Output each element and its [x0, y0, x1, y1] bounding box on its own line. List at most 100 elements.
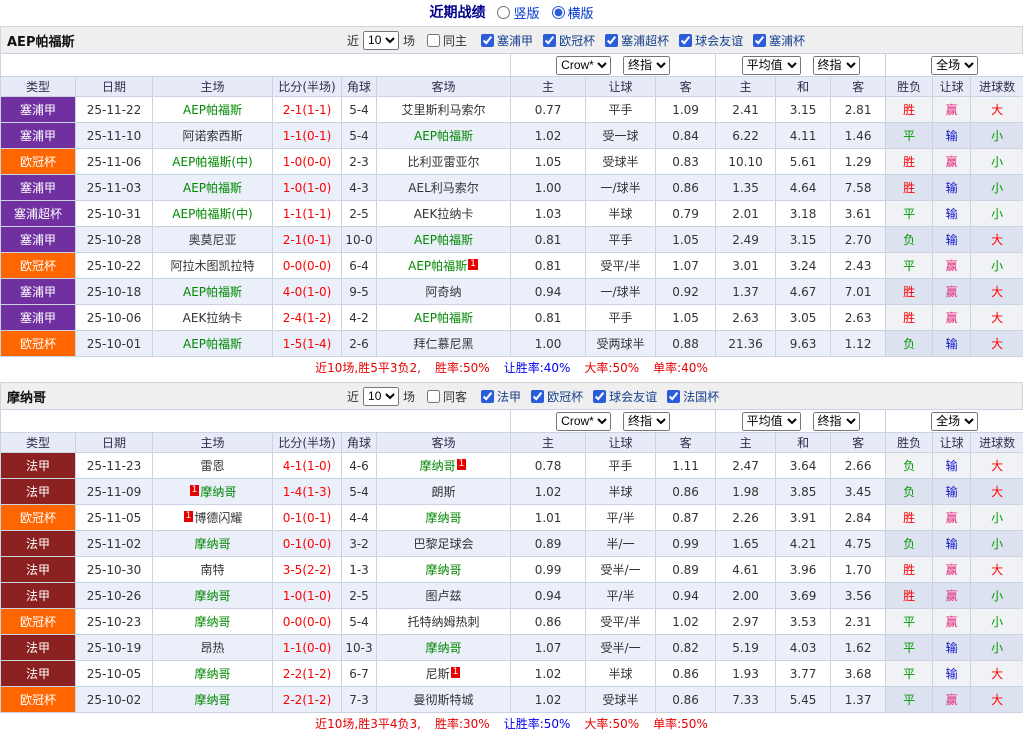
asian-odds-provider-select[interactable]: Crow* — [556, 56, 611, 75]
team-name[interactable]: 南特 — [200, 563, 224, 577]
away-team[interactable]: AEL利马索尔 — [377, 175, 511, 201]
home-team[interactable]: 雷恩 — [153, 453, 273, 479]
away-team[interactable]: AEP帕福斯 — [377, 305, 511, 331]
away-team[interactable]: 图卢兹 — [377, 583, 511, 609]
euro-odds-time-select[interactable]: 终指 — [813, 412, 860, 431]
away-team[interactable]: AEK拉纳卡 — [377, 201, 511, 227]
team-name[interactable]: 摩纳哥 — [426, 641, 462, 655]
team-name[interactable]: AEK拉纳卡 — [183, 311, 243, 325]
league-filter[interactable]: 法甲 — [481, 388, 521, 405]
away-team[interactable]: 曼彻斯特城 — [377, 687, 511, 713]
score[interactable]: 0-0(0-0) — [273, 609, 342, 635]
team-name[interactable]: 摩纳哥 — [194, 667, 230, 681]
layout-radio-0[interactable] — [497, 6, 510, 19]
home-team[interactable]: AEP帕福斯 — [153, 331, 273, 357]
euro-odds-time-select[interactable]: 终指 — [813, 56, 860, 75]
league-filter-checkbox[interactable] — [593, 390, 606, 403]
euro-odds-provider-select[interactable]: 平均值 — [742, 412, 801, 431]
score[interactable]: 1-0(0-0) — [273, 149, 342, 175]
away-team[interactable]: 摩纳哥 — [377, 557, 511, 583]
home-team[interactable]: AEP帕福斯(中) — [153, 149, 273, 175]
home-team[interactable]: 摩纳哥 — [153, 687, 273, 713]
away-team[interactable]: 比利亚雷亚尔 — [377, 149, 511, 175]
away-team[interactable]: 托特纳姆热刺 — [377, 609, 511, 635]
team-name[interactable]: 摩纳哥 — [426, 563, 462, 577]
league-filter-checkbox[interactable] — [531, 390, 544, 403]
result-scope-select[interactable]: 全场 — [931, 56, 978, 75]
team-name[interactable]: 阿拉木图凯拉特 — [170, 259, 254, 273]
score[interactable]: 2-1(0-1) — [273, 227, 342, 253]
league-filter-checkbox[interactable] — [605, 34, 618, 47]
league-filter[interactable]: 塞浦杯 — [753, 32, 805, 49]
team-name[interactable]: 摩纳哥 — [194, 615, 230, 629]
team-name[interactable]: 摩纳哥 — [426, 511, 462, 525]
team-name[interactable]: AEP帕福斯 — [408, 259, 467, 273]
league-filter[interactable]: 球会友谊 — [593, 388, 657, 405]
team-name[interactable]: 摩纳哥 — [194, 693, 230, 707]
league-filter-checkbox[interactable] — [481, 34, 494, 47]
team-name[interactable]: 朗斯 — [432, 485, 456, 499]
euro-odds-provider-select[interactable]: 平均值 — [742, 56, 801, 75]
home-team[interactable]: 阿拉木图凯拉特 — [153, 253, 273, 279]
team-name[interactable]: AEP帕福斯 — [183, 181, 242, 195]
home-team[interactable]: 摩纳哥 — [153, 531, 273, 557]
home-team[interactable]: 昂热 — [153, 635, 273, 661]
score[interactable]: 1-0(1-0) — [273, 175, 342, 201]
league-filter[interactable]: 塞浦甲 — [481, 32, 533, 49]
venue-checkbox-0[interactable] — [427, 34, 440, 47]
layout-radio-1[interactable] — [552, 6, 565, 19]
away-team[interactable]: 艾里斯利马索尔 — [377, 97, 511, 123]
score[interactable]: 2-1(1-1) — [273, 97, 342, 123]
team-name[interactable]: AEK拉纳卡 — [414, 207, 474, 221]
away-team[interactable]: 拜仁慕尼黑 — [377, 331, 511, 357]
team-name[interactable]: 雷恩 — [200, 459, 224, 473]
away-team[interactable]: 摩纳哥1 — [377, 453, 511, 479]
away-team[interactable]: 尼斯1 — [377, 661, 511, 687]
team-name[interactable]: 托特纳姆热刺 — [408, 615, 480, 629]
team-name[interactable]: 曼彻斯特城 — [414, 693, 474, 707]
team-name[interactable]: 图卢兹 — [426, 589, 462, 603]
team-name[interactable]: AEP帕福斯 — [414, 233, 473, 247]
home-team[interactable]: 阿诺索西斯 — [153, 123, 273, 149]
league-filter-checkbox[interactable] — [667, 390, 680, 403]
home-team[interactable]: 1博德闪耀 — [153, 505, 273, 531]
result-scope-select[interactable]: 全场 — [931, 412, 978, 431]
home-team[interactable]: 1摩纳哥 — [153, 479, 273, 505]
league-filter[interactable]: 法国杯 — [667, 388, 719, 405]
score[interactable]: 1-1(0-1) — [273, 123, 342, 149]
home-team[interactable]: 摩纳哥 — [153, 661, 273, 687]
score[interactable]: 4-0(1-0) — [273, 279, 342, 305]
score[interactable]: 0-1(0-0) — [273, 531, 342, 557]
score[interactable]: 2-2(1-2) — [273, 687, 342, 713]
team-name[interactable]: 阿奇纳 — [426, 285, 462, 299]
team-name[interactable]: AEL利马索尔 — [408, 181, 478, 195]
asian-odds-provider-select[interactable]: Crow* — [556, 412, 611, 431]
team-name[interactable]: AEP帕福斯(中) — [172, 155, 252, 169]
team-name[interactable]: 比利亚雷亚尔 — [408, 155, 480, 169]
away-team[interactable]: AEP帕福斯 — [377, 123, 511, 149]
match-count-select[interactable]: 10 — [363, 31, 399, 50]
score[interactable]: 1-0(1-0) — [273, 583, 342, 609]
venue-checkbox-1[interactable] — [427, 390, 440, 403]
layout-option-horizontal[interactable]: 横版 — [552, 3, 594, 22]
team-name[interactable]: 阿诺索西斯 — [182, 129, 242, 143]
home-team[interactable]: 摩纳哥 — [153, 609, 273, 635]
away-team[interactable]: 朗斯 — [377, 479, 511, 505]
home-team[interactable]: AEP帕福斯 — [153, 175, 273, 201]
team-name[interactable]: 艾里斯利马索尔 — [402, 103, 486, 117]
team-name[interactable]: 摩纳哥 — [200, 485, 236, 499]
match-count-select[interactable]: 10 — [363, 387, 399, 406]
score[interactable]: 1-4(1-3) — [273, 479, 342, 505]
score[interactable]: 1-1(0-0) — [273, 635, 342, 661]
league-filter[interactable]: 球会友谊 — [679, 32, 743, 49]
score[interactable]: 4-1(1-0) — [273, 453, 342, 479]
team-name[interactable]: 尼斯 — [426, 667, 450, 681]
layout-option-vertical[interactable]: 竖版 — [497, 3, 539, 22]
team-name[interactable]: 摩纳哥 — [194, 589, 230, 603]
team-name[interactable]: 巴黎足球会 — [414, 537, 474, 551]
away-team[interactable]: AEP帕福斯 — [377, 227, 511, 253]
asian-odds-time-select[interactable]: 终指 — [623, 56, 670, 75]
away-team[interactable]: 巴黎足球会 — [377, 531, 511, 557]
team-name[interactable]: 摩纳哥 — [194, 537, 230, 551]
team-name[interactable]: 昂热 — [200, 641, 224, 655]
